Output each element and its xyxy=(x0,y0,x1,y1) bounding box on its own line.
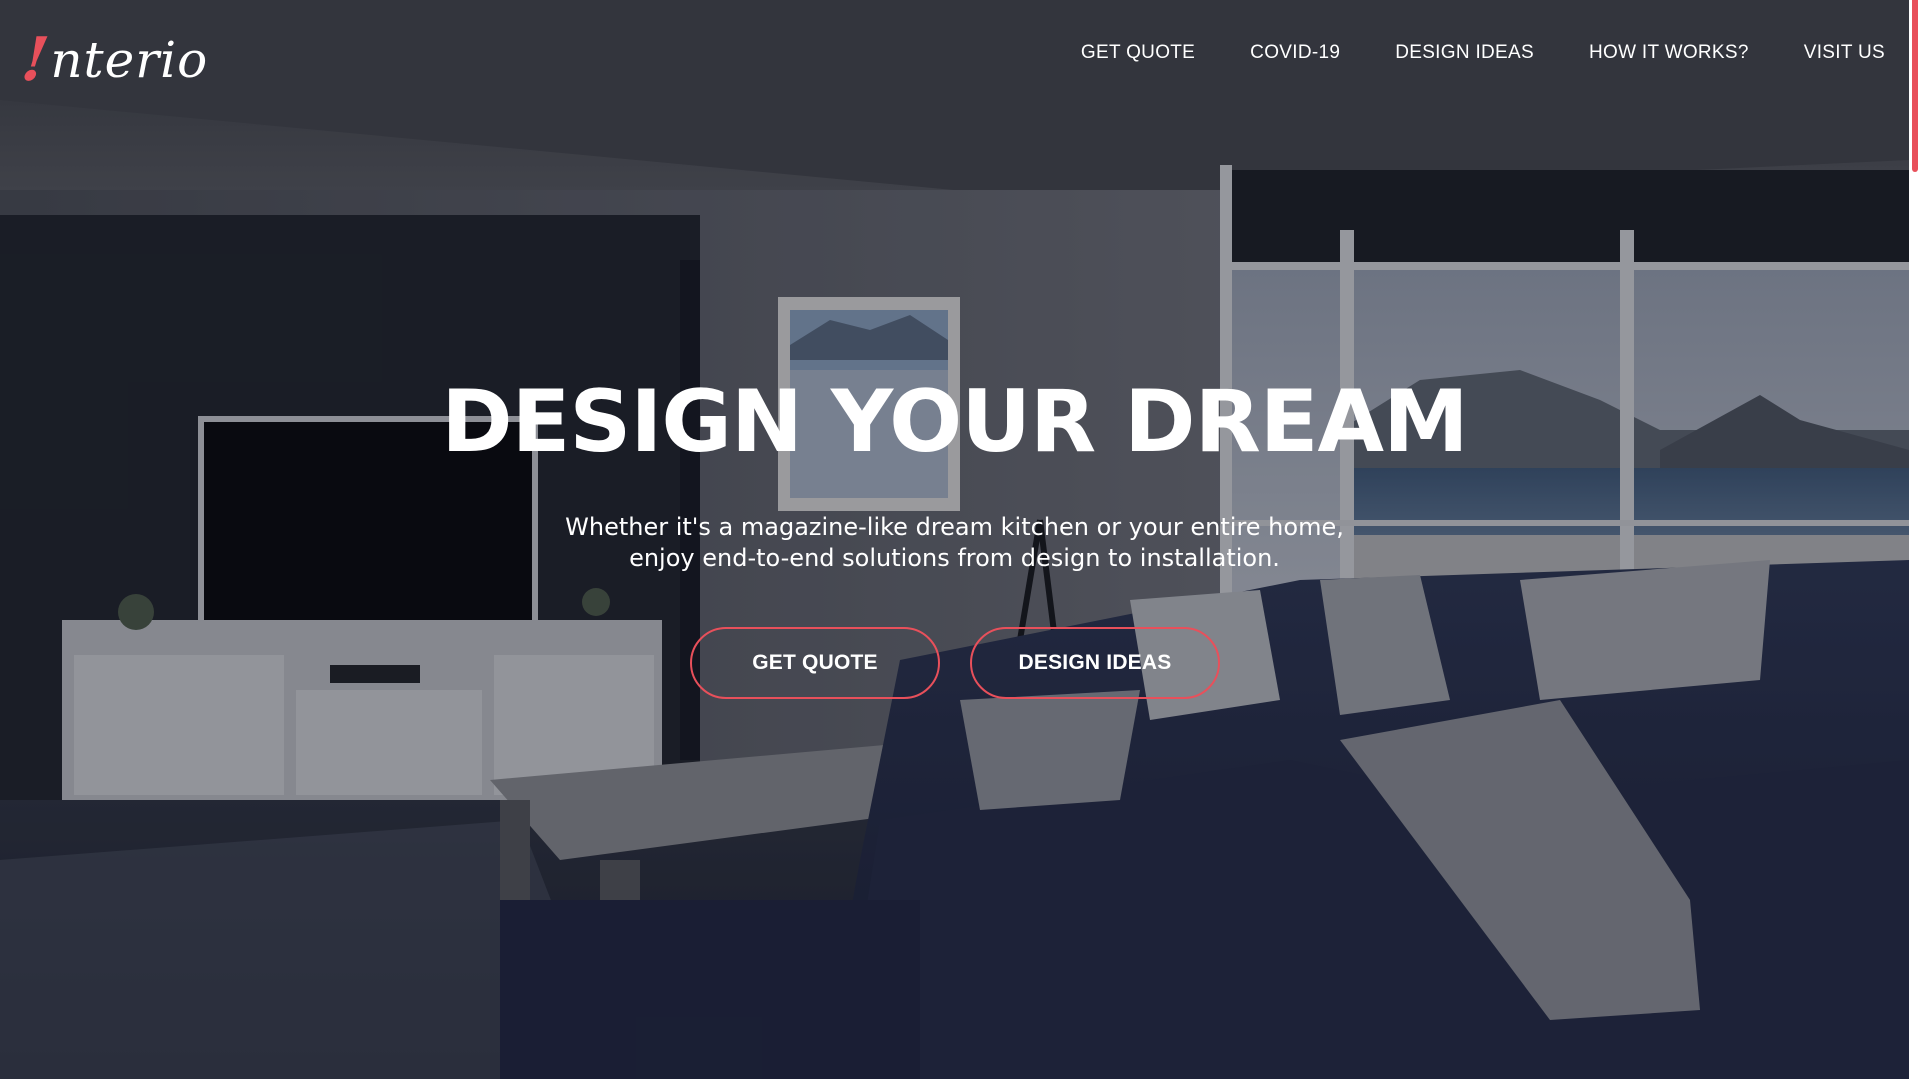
brand-logo[interactable]: ! nterio xyxy=(18,18,209,95)
nav-item-visit-us[interactable]: VISIT US xyxy=(1804,42,1885,64)
hero-subtitle-line-2: enjoy end-to-end solutions from design t… xyxy=(629,544,1280,572)
nav-item-get-quote[interactable]: GET QUOTE xyxy=(1081,42,1195,64)
landing-page: ! nterio GET QUOTE COVID-19 DESIGN IDEAS… xyxy=(0,0,1919,1079)
page-scrollbar[interactable] xyxy=(1909,0,1919,1079)
logo-exclamation-mark: ! xyxy=(18,25,53,95)
get-quote-button[interactable]: GET QUOTE xyxy=(690,627,940,699)
hero-title: DESIGN YOUR DREAM xyxy=(441,372,1468,472)
design-ideas-button[interactable]: DESIGN IDEAS xyxy=(970,627,1220,699)
nav-item-design-ideas[interactable]: DESIGN IDEAS xyxy=(1395,42,1534,64)
hero-subtitle: Whether it's a magazine-like dream kitch… xyxy=(0,512,1909,574)
nav-item-how-it-works[interactable]: HOW IT WORKS? xyxy=(1589,42,1749,64)
main-nav: GET QUOTE COVID-19 DESIGN IDEAS HOW IT W… xyxy=(1026,42,1885,64)
scrollbar-thumb[interactable] xyxy=(1912,0,1918,172)
hero-subtitle-line-1: Whether it's a magazine-like dream kitch… xyxy=(565,513,1344,541)
nav-item-covid-19[interactable]: COVID-19 xyxy=(1250,42,1340,64)
logo-wordmark: nterio xyxy=(50,31,209,89)
